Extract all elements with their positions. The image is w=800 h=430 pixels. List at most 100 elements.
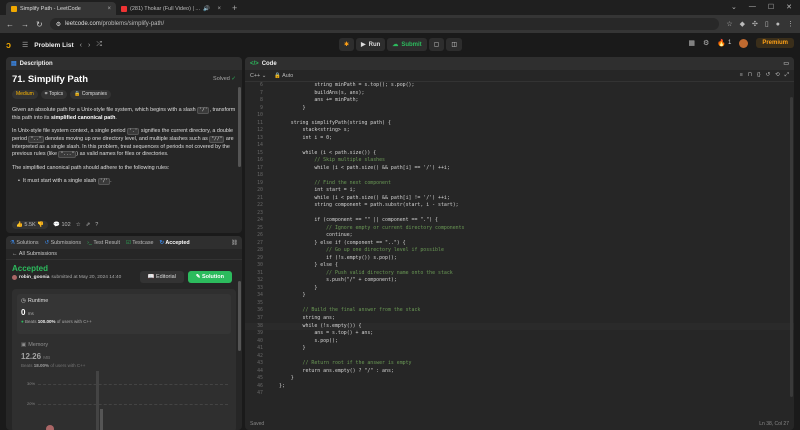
code-line[interactable]: 28 // Go up one directory level if possi… — [245, 247, 794, 255]
bookmark-star-icon[interactable]: ☆ — [726, 20, 732, 28]
code-tab[interactable]: Code — [262, 61, 277, 67]
code-line[interactable]: 24 if (component == "" || component == "… — [245, 217, 794, 225]
prev-problem-icon[interactable]: ‹ — [80, 42, 82, 49]
next-problem-icon[interactable]: › — [88, 42, 90, 49]
thumbs-down-icon[interactable]: 👎 — [37, 222, 44, 228]
accepted-tab[interactable]: ↻ Accepted — [160, 240, 190, 246]
close-tab-icon[interactable]: × — [107, 6, 111, 12]
reset-icon[interactable]: ⟲ — [775, 72, 780, 79]
difficulty-tag[interactable]: Medium — [12, 89, 38, 100]
code-line[interactable]: 16 // Skip multiple slashes — [245, 157, 794, 165]
code-line[interactable]: 43 // Return root if the answer is empty — [245, 360, 794, 368]
memory-metric[interactable]: ▣ Memory 12.26 MB Beats 18.00% of users … — [17, 338, 231, 372]
code-line[interactable]: 10 — [245, 112, 794, 120]
code-line[interactable]: 37 string ans; — [245, 315, 794, 323]
braces-icon[interactable]: {} — [757, 72, 761, 79]
code-line[interactable]: 44 return ans.empty() ? "/" : ans; — [245, 368, 794, 376]
bookmark-icon[interactable]: ⊓ — [748, 72, 752, 79]
submit-button[interactable]: ☁ Submit — [387, 38, 427, 51]
code-line[interactable]: 13 int i = 0; — [245, 135, 794, 143]
panel-maximize-icon[interactable]: ▭ — [783, 60, 789, 67]
new-tab-button[interactable]: + — [226, 2, 243, 15]
code-line[interactable]: 40 s.pop(); — [245, 338, 794, 346]
fullscreen-icon[interactable]: ⤢ — [785, 72, 789, 79]
star-icon[interactable]: ☆ — [76, 222, 81, 228]
close-window-icon[interactable]: ✕ — [786, 3, 792, 11]
submission-scrollbar[interactable] — [238, 281, 241, 351]
profile-icon[interactable]: ● — [776, 21, 780, 28]
submissions-tab[interactable]: ↺ Submissions — [45, 240, 82, 246]
code-line[interactable]: 22 string component = path.substr(start,… — [245, 202, 794, 210]
code-line[interactable]: 42 — [245, 353, 794, 361]
language-select[interactable]: C++ ⌄ — [250, 73, 266, 79]
code-line[interactable]: 45 } — [245, 375, 794, 383]
tab-search-icon[interactable]: ⌄ — [731, 3, 737, 11]
code-line[interactable]: 41 } — [245, 345, 794, 353]
speaker-icon[interactable]: 🔊 — [203, 6, 210, 12]
run-button[interactable]: ▶ Run — [356, 38, 386, 51]
shuffle-icon[interactable]: ⤮ — [96, 41, 102, 49]
streak-fire-icon[interactable]: 🔥 — [717, 39, 726, 47]
code-line[interactable]: 6 string minPath = s.top(); s.pop(); — [245, 82, 794, 90]
back-icon[interactable]: ← — [6, 20, 14, 29]
code-line[interactable]: 25 // Ignore empty or current directory … — [245, 225, 794, 233]
code-line[interactable]: 19 // Find the next component — [245, 180, 794, 188]
editorial-button[interactable]: 📖 Editorial — [139, 271, 184, 283]
code-line[interactable]: 21 while (i < path.size() && path[i] != … — [245, 195, 794, 203]
code-line[interactable]: 35 — [245, 300, 794, 308]
auto-mode[interactable]: 🔒 Auto — [274, 73, 293, 79]
code-line[interactable]: 38 while (!s.empty()) { — [245, 322, 794, 331]
notes-button[interactable]: ▢ — [428, 38, 445, 51]
problem-list-link[interactable]: Problem List — [34, 42, 73, 49]
address-bar[interactable]: ⚙ leetcode.com/problems/simplify-path/ — [49, 18, 720, 30]
code-editor[interactable]: 6 string minPath = s.top(); s.pop(); 7 bu… — [245, 82, 794, 418]
test-result-tab[interactable]: ›_ Test Result — [87, 240, 120, 246]
topics-tag[interactable]: ⌗ Topics — [40, 89, 68, 100]
testcase-tab[interactable]: ☑ Testcase — [126, 240, 154, 246]
runtime-metric[interactable]: ◷ Runtime 0 ms ● Beats 100.00% of users … — [17, 294, 231, 334]
companies-tag[interactable]: 🔒 Companies — [70, 89, 112, 100]
expand-icon[interactable]: ⛓ — [231, 240, 238, 246]
settings-icon[interactable]: ⚙ — [703, 39, 709, 47]
code-line[interactable]: 15 while (i < path.size()) { — [245, 150, 794, 158]
solutions-tab[interactable]: ⚗ Solutions — [10, 240, 39, 246]
code-line[interactable]: 11 string simplifyPath(string path) { — [245, 120, 794, 128]
code-line[interactable]: 12 stack<string> s; — [245, 127, 794, 135]
solution-button[interactable]: ✎ Solution — [187, 271, 232, 283]
all-submissions-link[interactable]: ← All Submissions — [6, 249, 242, 260]
code-line[interactable]: 31 // Push valid directory name onto the… — [245, 270, 794, 278]
description-scrollbar[interactable] — [238, 87, 241, 167]
code-line[interactable]: 17 while (i < path.size() && path[i] == … — [245, 165, 794, 173]
code-line[interactable]: 39 ans = s.top() + ans; — [245, 330, 794, 338]
code-line[interactable]: 36 // Build the final answer from the st… — [245, 307, 794, 315]
sidebar-icon[interactable]: ▯ — [765, 20, 769, 28]
code-line[interactable]: 18 — [245, 172, 794, 180]
code-line[interactable]: 8 ans += minPath; — [245, 97, 794, 105]
premium-button[interactable]: Premium — [756, 38, 794, 48]
code-line[interactable]: 14 — [245, 142, 794, 150]
user-avatar[interactable] — [739, 38, 749, 48]
code-line[interactable]: 47 — [245, 390, 794, 398]
code-line[interactable]: 30 } else { — [245, 262, 794, 270]
like-button[interactable]: 👍 5.5K 👎 — [12, 221, 49, 229]
code-line[interactable]: 32 s.push("/" + component); — [245, 277, 794, 285]
browser-tab-leetcode[interactable]: Simplify Path - LeetCode × — [6, 2, 116, 15]
format-icon[interactable]: ≡ — [740, 72, 743, 79]
menu-icon[interactable]: ⋮ — [787, 20, 794, 28]
code-line[interactable]: 23 — [245, 210, 794, 218]
undo-icon[interactable]: ↺ — [766, 72, 771, 79]
close-tab-icon[interactable]: × — [217, 6, 221, 12]
code-line[interactable]: 7 buildAns(s, ans); — [245, 90, 794, 98]
code-scrollbar[interactable] — [790, 97, 793, 397]
submitter-name[interactable]: robin_goonia — [19, 275, 49, 280]
code-line[interactable]: 46}; — [245, 383, 794, 391]
debug-button[interactable]: ✱ — [339, 38, 355, 51]
help-icon[interactable]: ? — [95, 222, 98, 228]
browser-tab-youtube[interactable]: (281) Thokar (Full Video) | ... 🔊 × — [116, 2, 226, 15]
description-tab[interactable]: Description — [20, 61, 53, 67]
code-line[interactable]: 29 if (!s.empty()) s.pop(); — [245, 255, 794, 263]
leetcode-logo-icon[interactable]: ↄ — [6, 40, 16, 50]
code-line[interactable]: 26 continue; — [245, 232, 794, 240]
code-line[interactable]: 33 } — [245, 285, 794, 293]
extensions-puzzle-icon[interactable]: ✣ — [752, 20, 758, 28]
